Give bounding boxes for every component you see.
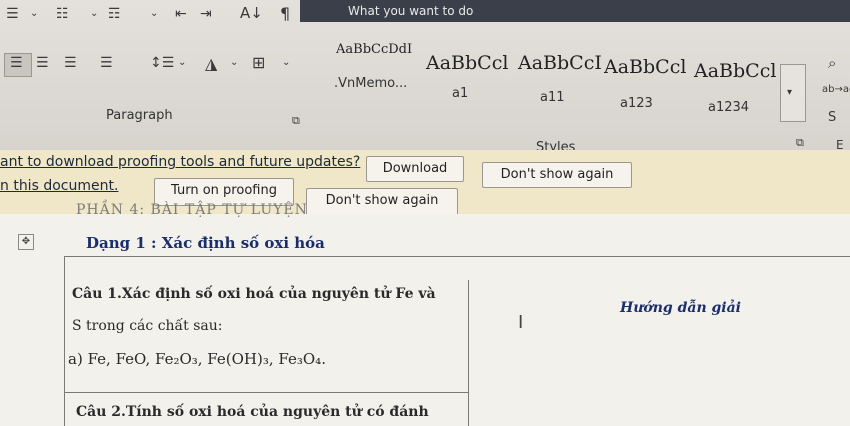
chevron-down-icon[interactable]: ⌄ [30, 8, 38, 19]
table-row-divider [64, 392, 468, 393]
style-name[interactable]: .VnMemo... [334, 76, 407, 91]
style-preview[interactable]: AaBbCcDdI [336, 42, 412, 57]
more-icon: ▾ [787, 87, 793, 98]
select-icon[interactable]: S [828, 110, 836, 125]
dialog-launcher-icon[interactable]: ⧉ [292, 114, 300, 128]
download-label: Download [382, 161, 448, 176]
document-page[interactable]: PHẦN 4: BÀI TẬP TỰ LUYỆN ✥ Dạng 1 : Xác … [0, 202, 850, 426]
section-heading: Dạng 1 : Xác định số oxi hóa [86, 234, 325, 252]
dont-show-again-label-2: Don't show again [325, 193, 439, 208]
shading-icon[interactable]: ◮ [205, 54, 217, 73]
tell-me-bar[interactable]: What you want to do [300, 0, 850, 22]
style-preview[interactable]: AaBbCcl [604, 56, 686, 78]
table-border-left [64, 256, 65, 426]
justify-icon[interactable]: ☰ [100, 55, 113, 71]
chevron-down-icon[interactable]: ⌄ [178, 57, 186, 68]
proofing-message-link[interactable]: ant to download proofing tools and futur… [0, 154, 360, 170]
increase-indent-icon[interactable]: ⇥ [200, 6, 212, 22]
table-move-handle[interactable]: ✥ [18, 234, 34, 250]
multilevel-list-icon[interactable]: ☶ [108, 6, 121, 22]
answer-header: Hướng dẫn giải [620, 300, 741, 316]
style-preview[interactable]: AaBbCcI [518, 52, 602, 74]
style-name[interactable]: a1234 [708, 100, 749, 115]
text-cursor-icon: I [518, 312, 524, 333]
question-2-line-1: Câu 2.Tính số oxi hoá của nguyên tử có đ… [76, 404, 429, 420]
partial-heading: PHẦN 4: BÀI TẬP TỰ LUYỆN [76, 202, 308, 218]
paragraph-group-label: Paragraph [106, 108, 173, 123]
question-1-line-1: Câu 1.Xác định số oxi hoá của nguyên tử … [72, 286, 436, 302]
style-name[interactable]: a123 [620, 96, 653, 111]
table-border-top [64, 256, 850, 257]
borders-icon[interactable]: ⊞ [252, 53, 265, 72]
proofing-message-link-2[interactable]: n this document. [0, 178, 118, 194]
style-name[interactable]: a1 [452, 86, 468, 101]
ribbon: What you want to do ☰ ⌄ ☷ ⌄ ☶ ⌄ ⇤ ⇥ A↓ ¶… [0, 0, 850, 155]
replace-button[interactable]: ab→ac [822, 84, 850, 95]
question-1-line-2: S trong các chất sau: [72, 318, 223, 334]
style-preview[interactable]: AaBbCcl [694, 60, 776, 82]
bullets-icon[interactable]: ☰ [6, 6, 19, 22]
chevron-down-icon[interactable]: ⌄ [90, 8, 98, 19]
table-column-divider [468, 280, 469, 426]
turn-on-proofing-label: Turn on proofing [171, 183, 277, 198]
styles-more-button[interactable]: ▾ [780, 64, 806, 122]
dont-show-again-button[interactable]: Don't show again [482, 162, 632, 188]
align-right-icon[interactable]: ☰ [64, 55, 77, 71]
find-icon[interactable]: ⌕ [828, 54, 836, 72]
chevron-down-icon[interactable]: ⌄ [282, 57, 290, 68]
style-preview[interactable]: AaBbCcl [426, 52, 508, 74]
decrease-indent-icon[interactable]: ⇤ [175, 6, 187, 22]
dialog-launcher-icon[interactable]: ⧉ [796, 136, 804, 150]
download-button[interactable]: Download [366, 156, 464, 182]
dont-show-again-button-2[interactable]: Don't show again [306, 188, 458, 216]
style-name[interactable]: a11 [540, 90, 565, 105]
tell-me-text: What you want to do [348, 4, 474, 18]
sort-icon[interactable]: A↓ [240, 4, 263, 22]
align-center-icon[interactable]: ☰ [36, 55, 49, 71]
dont-show-again-label: Don't show again [500, 167, 614, 182]
chevron-down-icon[interactable]: ⌄ [150, 8, 158, 19]
question-1-line-3: a) Fe, FeO, Fe₂O₃, Fe(OH)₃, Fe₃O₄. [68, 350, 326, 368]
pilcrow-icon[interactable]: ¶ [280, 4, 290, 23]
chevron-down-icon[interactable]: ⌄ [230, 57, 238, 68]
align-left-button[interactable]: ☰ [4, 53, 32, 77]
line-spacing-icon[interactable]: ↕☰ [150, 55, 174, 71]
numbering-icon[interactable]: ☷ [56, 6, 69, 22]
align-left-icon: ☰ [10, 55, 23, 71]
